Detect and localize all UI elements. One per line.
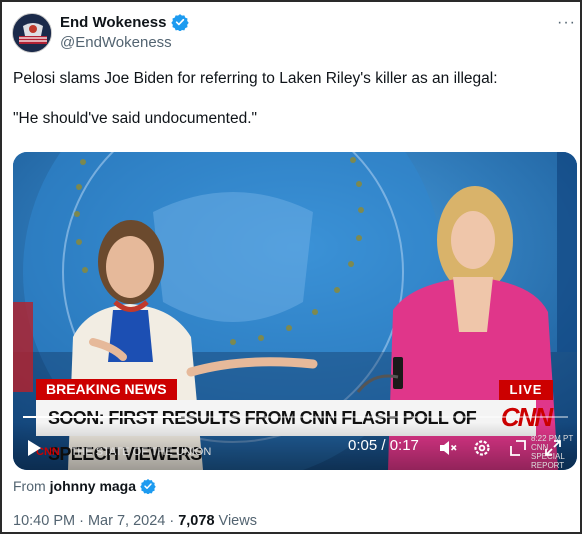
video-progress-bar[interactable] — [23, 416, 568, 418]
attribution-prefix: From — [13, 478, 46, 494]
expand-icon[interactable] — [543, 438, 563, 458]
tweet-timestamp[interactable]: 10:40 PM · Mar 7, 2024 · — [13, 513, 178, 529]
more-options-icon[interactable]: ··· — [557, 14, 576, 32]
avatar-image — [13, 14, 51, 52]
tweet-meta: 10:40 PM · Mar 7, 2024 · 7,078 Views — [13, 513, 257, 529]
tweet-line-2: "He should've said undocumented." — [13, 110, 258, 127]
attribution-name[interactable]: johnny maga — [50, 478, 136, 494]
mute-icon[interactable] — [438, 438, 458, 458]
author-display-name[interactable]: End Wokeness — [60, 14, 166, 31]
tweet-card: End Wokeness @EndWokeness ··· Pelosi sla… — [0, 0, 582, 534]
program-name: THE STATE OF THE UNION — [70, 446, 212, 458]
views-count: 7,078 — [178, 513, 215, 529]
program-bar: CNN THE STATE OF THE UNION — [36, 442, 211, 462]
verified-badge-icon — [140, 478, 156, 494]
tweet-line-1: Pelosi slams Joe Biden for referring to … — [13, 70, 498, 87]
author-name-row: End Wokeness — [60, 13, 190, 32]
author-handle[interactable]: @EndWokeness — [60, 34, 172, 51]
video-progress-fill — [23, 416, 182, 418]
settings-icon[interactable] — [472, 438, 492, 458]
author-avatar[interactable] — [12, 13, 52, 53]
tweet-text: Pelosi slams Joe Biden for referring to … — [13, 69, 573, 149]
verified-badge-icon — [171, 13, 190, 32]
fullscreen-icon[interactable] — [508, 438, 528, 458]
live-label: LIVE — [499, 380, 553, 400]
video-time-display: 0:05 / 0:17 — [348, 437, 419, 454]
media-attribution: From johnny maga — [13, 478, 156, 494]
play-icon[interactable] — [24, 438, 44, 458]
breaking-news-label: BREAKING NEWS — [36, 379, 177, 400]
views-label: Views — [214, 513, 257, 529]
